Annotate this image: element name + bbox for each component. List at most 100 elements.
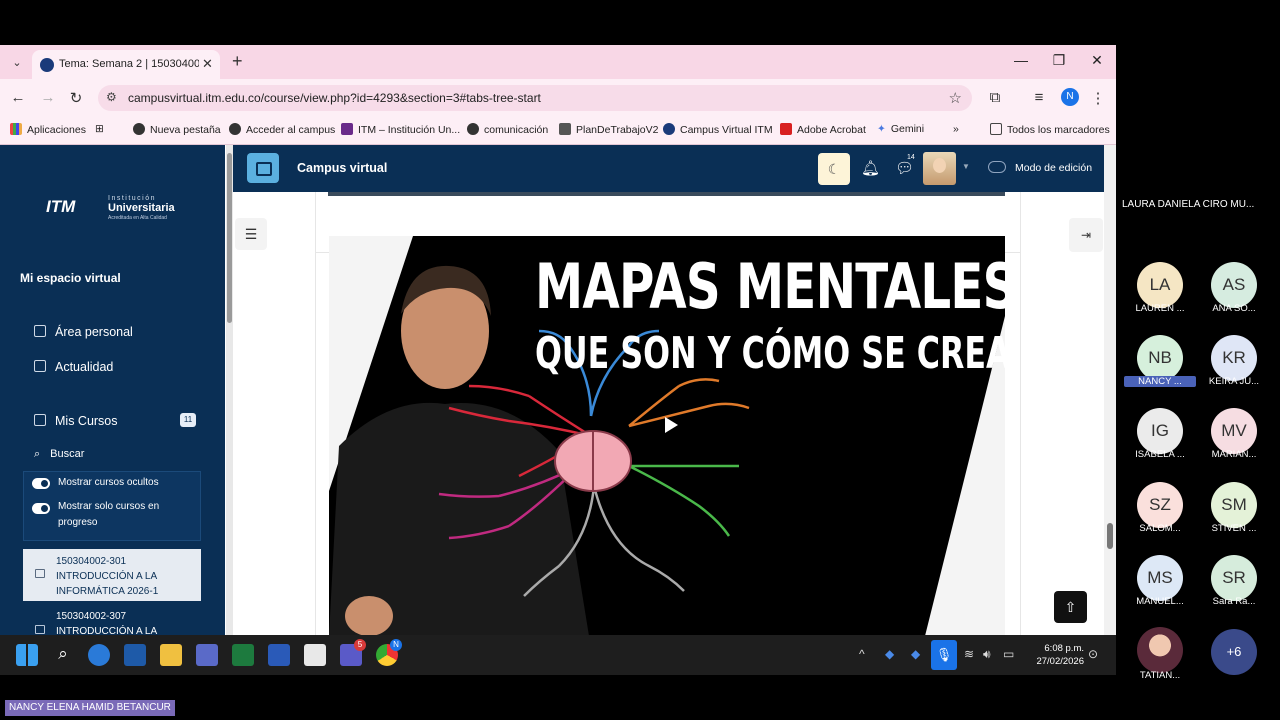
dashboard-icon bbox=[34, 325, 46, 337]
toggle-hidden-courses[interactable] bbox=[32, 478, 50, 489]
more-bookmarks-icon[interactable]: » bbox=[953, 123, 959, 135]
site-info-icon[interactable]: ⚙ bbox=[106, 90, 117, 104]
defender-shield-icon[interactable] bbox=[124, 644, 146, 666]
teams-icon[interactable]: 5 bbox=[340, 639, 366, 666]
battery-icon[interactable]: ▭ bbox=[1003, 647, 1014, 661]
participant-avatar[interactable]: LA bbox=[1137, 262, 1183, 308]
clock[interactable]: 6:08 p.m. 27/02/2026 bbox=[1028, 642, 1084, 668]
bookmark-gemini[interactable]: ✦ Gemini bbox=[877, 123, 924, 135]
edit-mode-toggle[interactable] bbox=[988, 161, 1006, 173]
apps-grid-icon bbox=[10, 123, 22, 135]
app-icon[interactable] bbox=[304, 644, 326, 666]
tab-close-icon[interactable]: ✕ bbox=[202, 56, 213, 72]
reload-icon[interactable]: ↻ bbox=[67, 89, 85, 107]
page-scrollbar[interactable] bbox=[1104, 145, 1116, 635]
wifi-icon[interactable]: ≋ bbox=[964, 647, 974, 661]
folder-icon bbox=[990, 123, 1002, 135]
file-explorer-icon[interactable] bbox=[160, 644, 182, 666]
course-item[interactable]: 150304002-307 INTRODUCCIÓN A LA bbox=[23, 605, 201, 635]
participant-name: LAUREN ... bbox=[1135, 303, 1185, 314]
tray-app-icon[interactable]: ◆ bbox=[885, 647, 894, 661]
sidebar-heading: Mi espacio virtual bbox=[20, 271, 121, 285]
participant-avatar[interactable]: SM bbox=[1211, 482, 1257, 528]
back-icon[interactable]: ← bbox=[9, 89, 27, 106]
app-icon[interactable] bbox=[196, 644, 218, 666]
sidebar-search[interactable]: ⌕ Buscar bbox=[34, 448, 84, 461]
sidebar-item-area-personal[interactable]: Área personal bbox=[34, 325, 133, 339]
video-thumbnail[interactable]: MAPAS MENTALES QUE SON Y CÓMO SE CREAN bbox=[329, 236, 1005, 635]
bookmark-itm[interactable]: ITM – Institución Un... bbox=[341, 123, 460, 136]
more-participants-button[interactable]: +6 bbox=[1211, 629, 1257, 675]
messages-icon[interactable]: 💬︎ bbox=[895, 159, 914, 177]
bookmark-campus-virtual[interactable]: Campus Virtual ITM bbox=[663, 123, 773, 136]
bookmark-star-icon[interactable]: ☆ bbox=[949, 89, 962, 107]
logo-universitaria: Universitaria bbox=[108, 202, 175, 214]
scroll-to-top-icon[interactable]: ⇧ bbox=[1054, 591, 1087, 623]
participant-avatar[interactable]: AS bbox=[1211, 262, 1257, 308]
forward-icon[interactable]: → bbox=[39, 89, 57, 106]
bookmark-acrobat[interactable]: Adobe Acrobat bbox=[780, 123, 866, 136]
participant-avatar[interactable]: MS bbox=[1137, 555, 1183, 601]
bookmark-new-tab[interactable]: Nueva pestaña bbox=[133, 123, 221, 136]
bookmark-campus-login[interactable]: Acceder al campus bbox=[229, 123, 335, 136]
excel-icon[interactable] bbox=[232, 644, 254, 666]
user-avatar[interactable] bbox=[923, 152, 956, 185]
restore-icon[interactable]: ❐ bbox=[1049, 52, 1069, 69]
bookmark-label: Aplicaciones bbox=[27, 124, 86, 136]
moodle-topbar: Campus virtual ☾ 🔔︎ 💬︎ 14 ▼ Modo de edic… bbox=[233, 145, 1104, 192]
microphone-icon[interactable]: 🎙︎ bbox=[931, 640, 957, 670]
bookmark-apps[interactable]: Aplicaciones bbox=[10, 123, 86, 136]
participant-photo-avatar[interactable] bbox=[1137, 627, 1183, 673]
chevron-down-icon[interactable]: ▼ bbox=[962, 162, 970, 171]
tab-active[interactable]: Tema: Semana 2 | 150304002-3 ✕ bbox=[32, 50, 220, 79]
participant-avatar[interactable]: MV bbox=[1211, 408, 1257, 454]
all-bookmarks[interactable]: Todos los marcadores bbox=[990, 123, 1110, 136]
address-bar[interactable]: ⚙ campusvirtual.itm.edu.co/course/view.p… bbox=[98, 85, 972, 111]
close-window-icon[interactable]: ✕ bbox=[1087, 52, 1107, 69]
tray-app-icon[interactable]: ◆ bbox=[911, 647, 920, 661]
bookmark-plan[interactable]: PlanDeTrabajoV2 bbox=[559, 123, 659, 136]
sidebar-scrollbar[interactable] bbox=[226, 145, 233, 635]
notification-icon[interactable]: ⊙ bbox=[1088, 647, 1098, 661]
play-icon[interactable] bbox=[665, 417, 678, 433]
extensions-icon[interactable]: ⧉ bbox=[986, 89, 1004, 106]
participant-avatar[interactable]: KR bbox=[1211, 335, 1257, 381]
participant-name: STIVEN ... bbox=[1211, 523, 1257, 534]
participant-avatar[interactable]: NB bbox=[1137, 335, 1183, 381]
search-icon[interactable]: ⌕ bbox=[52, 644, 74, 666]
course-item-active[interactable]: 150304002-301 INTRODUCCIÓN A LA INFORMÁTI… bbox=[23, 549, 201, 601]
minimize-icon[interactable]: — bbox=[1011, 52, 1031, 68]
media-control-icon[interactable]: ≡ bbox=[1030, 89, 1048, 106]
app-icon[interactable] bbox=[88, 644, 110, 666]
menu-kebab-icon[interactable]: ⋮ bbox=[1089, 89, 1107, 107]
course-index-icon[interactable]: ☰ bbox=[235, 218, 267, 250]
sidebar-toggle-button[interactable] bbox=[247, 153, 279, 183]
participant-avatar[interactable]: SZ bbox=[1137, 482, 1183, 528]
sidebar-item-mis-cursos[interactable]: Mis Cursos bbox=[34, 414, 118, 428]
notifications-bell-icon[interactable]: 🔔︎ bbox=[861, 159, 880, 177]
itm-icon bbox=[341, 123, 353, 135]
bookmark-comunicacion[interactable]: comunicación bbox=[467, 123, 548, 136]
logo-institucion: Institución bbox=[108, 195, 157, 202]
participant-avatar[interactable]: IG bbox=[1137, 408, 1183, 454]
dark-mode-moon-icon[interactable]: ☾ bbox=[818, 153, 850, 185]
bookmark-label: comunicación bbox=[484, 124, 549, 136]
tab-search-icon[interactable]: ⌄ bbox=[8, 54, 26, 72]
grid-icon[interactable]: ⊞ bbox=[95, 123, 104, 135]
active-speaker-name: LAURA DANIELA CIRO MU... bbox=[1122, 199, 1255, 210]
block-drawer-icon[interactable]: ⇥ bbox=[1069, 218, 1103, 252]
new-tab-icon[interactable]: + bbox=[232, 51, 243, 72]
word-icon[interactable] bbox=[268, 644, 290, 666]
scroll-thumb[interactable] bbox=[1107, 523, 1113, 549]
scroll-thumb[interactable] bbox=[227, 153, 232, 323]
chevron-up-icon[interactable]: ^ bbox=[859, 647, 865, 661]
volume-icon[interactable]: 🔊︎ bbox=[983, 647, 991, 662]
moodle-icon bbox=[663, 123, 675, 135]
participant-avatar[interactable]: SR bbox=[1211, 555, 1257, 601]
chrome-icon[interactable]: N bbox=[376, 639, 402, 666]
sidebar-item-actualidad[interactable]: Actualidad bbox=[34, 360, 113, 374]
profile-avatar[interactable]: N bbox=[1061, 88, 1079, 106]
video-title-line1: MAPAS MENTALES bbox=[535, 250, 1005, 323]
toggle-in-progress[interactable] bbox=[32, 503, 50, 514]
windows-start-icon[interactable] bbox=[16, 644, 38, 666]
